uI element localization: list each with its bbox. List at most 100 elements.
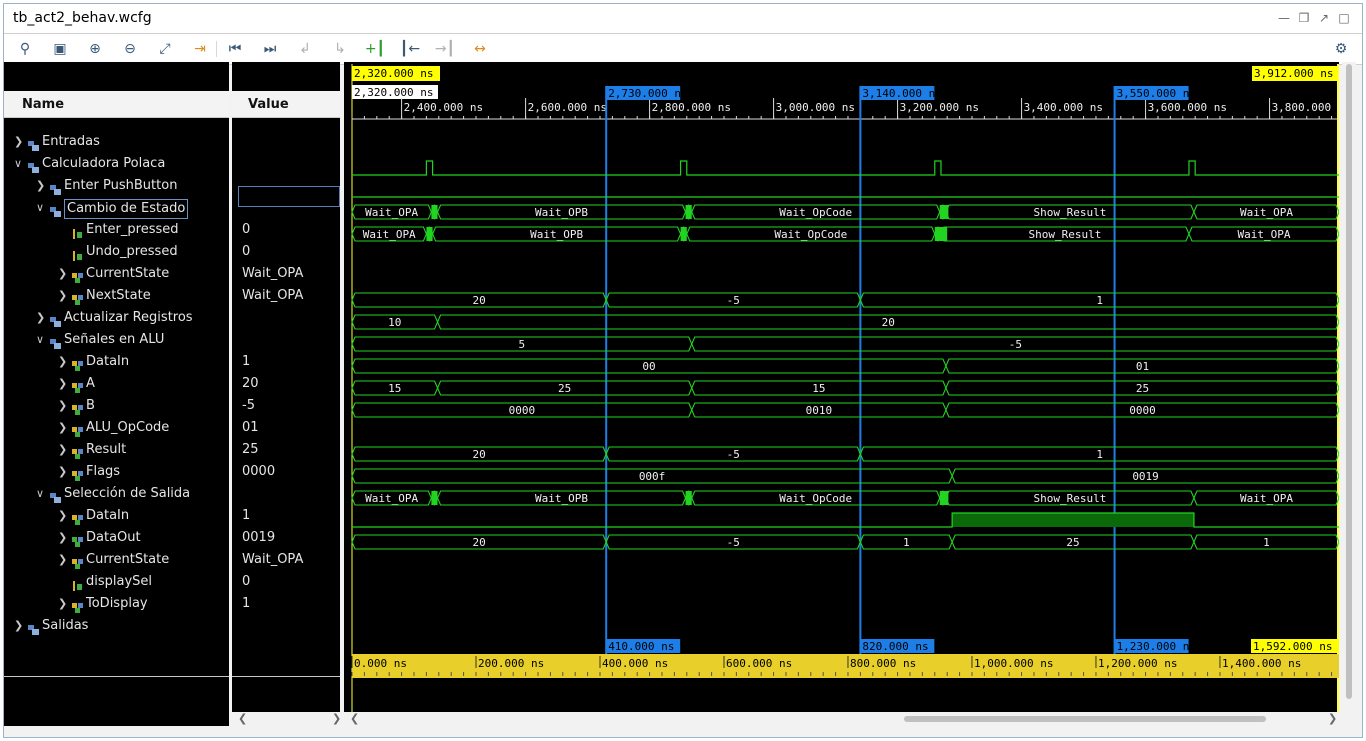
vertical-scroll-thumb[interactable] <box>1346 64 1352 699</box>
bus-value-label: 0019 <box>1132 470 1159 483</box>
settings-icon[interactable]: ⚙ <box>1330 39 1352 59</box>
value-column-header[interactable]: Value <box>232 91 340 118</box>
waveform-canvas[interactable]: 2,320.000 ns 3,912.000 ns 2,320.000 ns 2,40… <box>344 62 1351 712</box>
chevron-right-icon[interactable]: ❯ <box>58 461 68 483</box>
value-edit-box[interactable] <box>238 186 340 207</box>
bus-transition-fill <box>685 491 692 505</box>
chevron-right-icon[interactable]: ❯ <box>58 373 68 395</box>
signal-row[interactable]: ❯ DataIn <box>4 351 229 373</box>
signal-row[interactable]: ❯ ALU_OpCode <box>4 417 229 439</box>
bottom-ruler-label: 1,200.000 ns <box>1098 657 1177 670</box>
signal-row[interactable]: ❯ ToDisplay <box>4 593 229 615</box>
search-icon[interactable]: ⚲ <box>14 39 36 59</box>
zoom-out-icon[interactable]: ⊖ <box>119 39 141 59</box>
scroll-right-icon[interactable]: ❯ <box>1328 712 1337 726</box>
value-column: Value 0 0 Wait_OPA Wait_OPA 1 20 -5 01 25 0000 1 00… <box>232 62 340 726</box>
signal-row[interactable]: ∨ Cambio de Estado <box>4 197 229 219</box>
chevron-down-icon[interactable]: ∨ <box>14 153 24 175</box>
chevron-right-icon[interactable]: ❯ <box>14 615 24 637</box>
signal-row[interactable]: ❯ Flags <box>4 461 229 483</box>
signal-name: DataIn <box>86 508 130 523</box>
float-icon[interactable]: ↗ <box>1316 10 1332 26</box>
waveform-area[interactable]: 2,320.000 ns 3,912.000 ns 2,320.000 ns 2,40… <box>344 62 1351 712</box>
signal-row[interactable]: ❯ B <box>4 395 229 417</box>
go-to-last-time-icon[interactable]: ⏭ <box>259 39 281 59</box>
bus-value-label: 1 <box>1263 536 1270 549</box>
scroll-left-icon[interactable]: ❮ <box>238 712 247 726</box>
chevron-down-icon[interactable]: ∨ <box>36 197 46 219</box>
chevron-right-icon[interactable]: ❯ <box>58 593 68 615</box>
signal-name: Selección de Salida <box>64 486 191 501</box>
chevron-right-icon[interactable]: ❯ <box>14 131 24 153</box>
signal-row[interactable]: ❯ Actualizar Registros <box>4 307 229 329</box>
chevron-right-icon[interactable]: ❯ <box>58 285 68 307</box>
go-to-time-0-icon[interactable]: ⏮ <box>224 39 246 59</box>
signal-row[interactable]: ∨ Selección de Salida <box>4 483 229 505</box>
next-transition-icon[interactable]: ↳ <box>329 39 351 59</box>
swap-cursors-icon[interactable]: ↔ <box>469 39 491 59</box>
signal-row[interactable]: Enter_pressed <box>4 219 229 241</box>
bus-value-label: 1 <box>1096 448 1103 461</box>
previous-transition-icon[interactable]: ↲ <box>294 39 316 59</box>
bus-value-label: Wait_OPA <box>363 228 416 241</box>
marker-label: 2,730.000 ns <box>608 87 687 100</box>
signal-name: A <box>86 376 95 391</box>
add-marker-icon[interactable]: +┃ <box>364 39 386 59</box>
bus-signal-icon <box>72 269 83 283</box>
bus-value-label: Wait_OPA <box>365 492 418 505</box>
zoom-fit-icon[interactable]: ⤢ <box>154 39 176 59</box>
bottom-ruler-label: 1,400.000 ns <box>1222 657 1301 670</box>
chevron-right-icon[interactable]: ❯ <box>58 527 68 549</box>
chevron-down-icon[interactable]: ∨ <box>36 483 46 505</box>
chevron-right-icon[interactable]: ❯ <box>58 263 68 285</box>
signal-row[interactable]: ❯ DataOut <box>4 527 229 549</box>
restore-icon[interactable]: ❐ <box>1296 10 1312 26</box>
chevron-down-icon[interactable]: ∨ <box>36 329 46 351</box>
chevron-right-icon[interactable]: ❯ <box>58 549 68 571</box>
scroll-left-icon[interactable]: ❮ <box>350 712 359 726</box>
chevron-right-icon[interactable]: ❯ <box>58 505 68 527</box>
signal-row[interactable]: ❯ CurrentState <box>4 549 229 571</box>
scroll-right-icon[interactable]: ❯ <box>332 712 341 726</box>
chevron-right-icon[interactable]: ❯ <box>58 351 68 373</box>
maximize-icon[interactable]: □ <box>1336 10 1352 26</box>
ruler-tick-label: 2,400.000 ns <box>404 101 483 114</box>
signal-row[interactable]: ∨ Calculadora Polaca <box>4 153 229 175</box>
bus-signal-icon <box>72 467 83 481</box>
signal-row[interactable]: ❯ Salidas <box>4 615 229 637</box>
signal-name: CurrentState <box>86 552 170 567</box>
wave-hscroll-thumb[interactable] <box>904 716 1266 722</box>
view-end-label: 3,912.000 ns <box>1254 67 1333 80</box>
minimize-icon[interactable]: — <box>1276 10 1292 26</box>
vertical-scrollbar[interactable] <box>1342 62 1356 726</box>
chevron-right-icon[interactable]: ❯ <box>58 417 68 439</box>
wave-hscrollbar[interactable]: ❮ ❯ <box>344 712 1344 726</box>
chevron-right-icon[interactable]: ❯ <box>36 307 46 329</box>
signal-row[interactable]: displaySel <box>4 571 229 593</box>
chevron-right-icon[interactable]: ❯ <box>36 175 46 197</box>
signal-row[interactable]: ❯ DataIn <box>4 505 229 527</box>
signal-row[interactable]: ❯ Result <box>4 439 229 461</box>
signal-row[interactable]: ❯ CurrentState <box>4 263 229 285</box>
bus-value-label: Wait_OPB <box>535 492 588 505</box>
value-hscrollbar[interactable]: ❮ ❯ <box>232 712 342 726</box>
next-marker-icon[interactable]: →┃ <box>434 39 456 59</box>
bus-value-label: Show_Result <box>1034 492 1107 505</box>
chevron-right-icon[interactable]: ❯ <box>58 395 68 417</box>
signal-value: 0 <box>242 222 251 237</box>
bit-signal-icon <box>72 225 83 239</box>
signal-row[interactable]: ❯ Entradas <box>4 131 229 153</box>
signal-row[interactable]: ❯ Enter PushButton <box>4 175 229 197</box>
signal-row[interactable]: ❯ NextState <box>4 285 229 307</box>
save-icon[interactable]: ▣ <box>49 39 71 59</box>
signal-row[interactable]: Undo_pressed <box>4 241 229 263</box>
bus-value-label: Wait_OpCode <box>779 492 852 505</box>
zoom-in-icon[interactable]: ⊕ <box>84 39 106 59</box>
bus-signal-icon <box>72 379 83 393</box>
signal-row[interactable]: ∨ Señales en ALU <box>4 329 229 351</box>
signal-row[interactable]: ❯ A <box>4 373 229 395</box>
name-column-header[interactable]: Name <box>4 91 229 118</box>
previous-marker-icon[interactable]: ┃← <box>399 39 421 59</box>
chevron-right-icon[interactable]: ❯ <box>58 439 68 461</box>
go-to-cursor-icon[interactable]: ⇥ <box>189 39 211 59</box>
